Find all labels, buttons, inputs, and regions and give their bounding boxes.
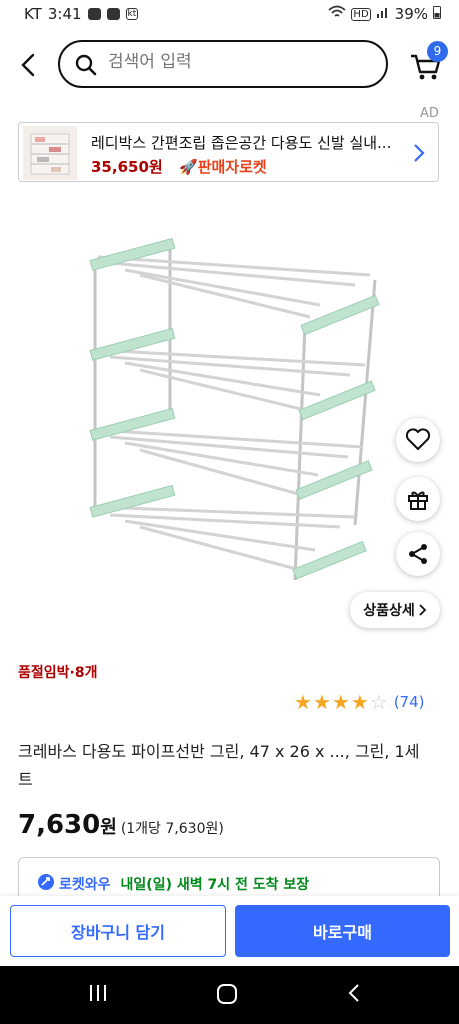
rocket-icon: 🚀 — [179, 158, 198, 176]
price-row: 7,630 원 (1개당 7,630원) — [18, 810, 224, 840]
search-input[interactable] — [106, 51, 370, 73]
product-image[interactable] — [80, 225, 400, 605]
talk-notification-icon — [87, 8, 101, 20]
rating[interactable]: ★ ★ ★ ★ ☆ (74) — [294, 692, 424, 712]
ad-rocket-label: 판매자로켓 — [197, 158, 267, 176]
ad-rocket-badge: 🚀판매자로켓 — [179, 156, 267, 177]
system-navigation-bar — [0, 966, 459, 1024]
wishlist-button[interactable] — [396, 418, 440, 462]
recent-apps-icon[interactable] — [88, 983, 108, 1003]
signal-icon — [376, 5, 390, 23]
search-bar[interactable] — [58, 40, 388, 88]
product-detail-button[interactable]: 상품상세 — [350, 592, 440, 628]
unit-price: (1개당 7,630원) — [120, 821, 224, 837]
home-icon[interactable] — [216, 983, 238, 1005]
share-icon — [409, 544, 427, 564]
chevron-right-icon — [419, 604, 427, 616]
rocket-wow-icon — [37, 873, 55, 895]
back-nav-icon[interactable] — [346, 983, 362, 1003]
cart-count-badge: 9 — [427, 41, 448, 62]
battery-level: 39% — [394, 5, 428, 23]
header: 9 — [0, 38, 459, 94]
ad-label: AD — [420, 106, 439, 121]
star-icon: ★ — [312, 690, 331, 714]
chevron-left-icon — [21, 53, 35, 77]
star-icon: ★ — [331, 690, 350, 714]
gift-button[interactable] — [396, 477, 440, 521]
kt-notification-icon: kt — [125, 8, 139, 20]
ad-price: 35,650원 — [91, 158, 163, 176]
heart-icon — [405, 428, 431, 450]
share-button[interactable] — [396, 532, 440, 576]
ad-title: 레디박스 간편조립 좁은공간 다용도 신발 실내... — [91, 134, 392, 152]
search-icon — [75, 54, 97, 76]
currency: 원 — [100, 817, 117, 838]
rocket-wow-label: 로켓와우 — [59, 877, 111, 893]
stock-urgency-label: 품절임박·8개 — [18, 665, 98, 681]
review-count[interactable]: (74) — [394, 693, 425, 711]
star-empty-icon: ☆ — [369, 690, 388, 714]
star-icon: ★ — [350, 690, 369, 714]
clock: 3:41 — [47, 5, 82, 23]
bottom-action-bar: 장바구니 담기 바로구매 — [0, 896, 459, 966]
add-to-cart-button[interactable]: 장바구니 담기 — [10, 905, 226, 957]
shoe-rack-image — [89, 237, 380, 581]
wifi-icon — [328, 5, 347, 23]
back-button[interactable] — [14, 50, 44, 80]
sponsored-product-banner[interactable]: 레디박스 간편조립 좁은공간 다용도 신발 실내... 35,650원 🚀판매자… — [18, 122, 439, 182]
carrier: KT — [24, 5, 42, 23]
chevron-right-icon — [414, 144, 425, 162]
buy-now-button[interactable]: 바로구매 — [235, 905, 450, 957]
gift-icon — [408, 491, 428, 510]
delivery-promise: 내일(일) 새벽 7시 전 도착 보장 — [120, 877, 310, 893]
product-name: 크레바스 다용도 파이프선반 그린, 47 x 26 x ..., 그린, 1세… — [18, 742, 420, 789]
price: 7,630 — [18, 810, 101, 840]
status-bar: KT 3:41 kt HD 39% — [0, 0, 459, 28]
ad-product-thumbnail — [23, 126, 77, 180]
star-icon: ★ — [294, 690, 312, 714]
battery-icon — [433, 5, 441, 23]
product-detail-label: 상품상세 — [363, 603, 415, 619]
gallery-notification-icon — [106, 8, 120, 20]
hd-icon: HD — [351, 7, 371, 21]
